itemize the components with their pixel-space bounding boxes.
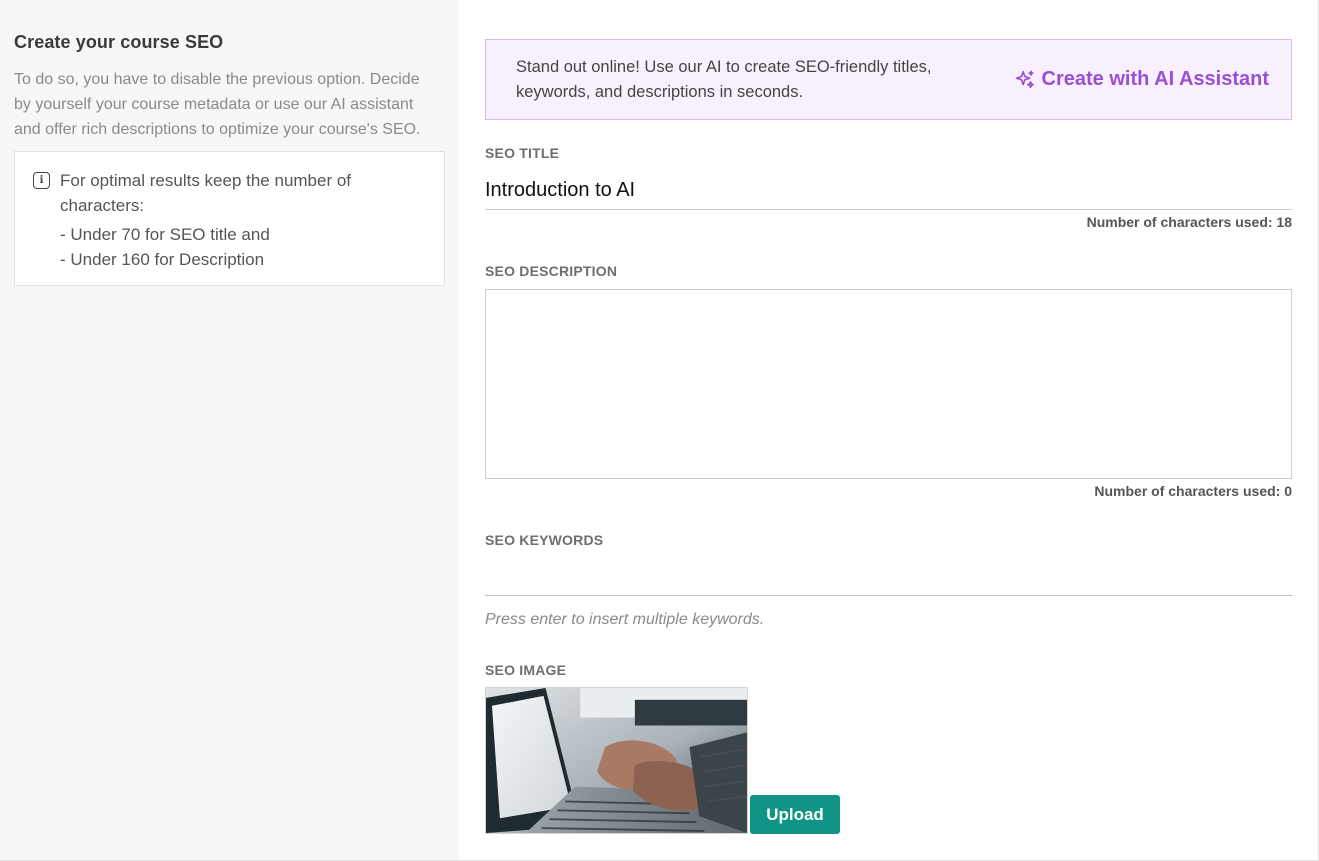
- ai-assistant-banner: Stand out online! Use our AI to create S…: [485, 39, 1292, 120]
- seo-keywords-input[interactable]: [485, 558, 1292, 596]
- seo-image-preview: [485, 687, 748, 834]
- upload-button[interactable]: Upload: [750, 795, 840, 834]
- seo-title-counter: Number of characters used: 18: [1086, 214, 1292, 230]
- seo-description-counter: Number of characters used: 0: [1094, 483, 1292, 499]
- tip-line: For optimal results keep the number of: [60, 171, 352, 190]
- seo-keywords-hint: Press enter to insert multiple keywords.: [485, 611, 765, 628]
- section-title: Create your course SEO: [14, 32, 224, 52]
- seo-help-panel: Create your course SEO To do so, you hav…: [0, 0, 459, 860]
- seo-description-label: SEO DESCRIPTION: [485, 263, 618, 279]
- ai-banner-message: Stand out online! Use our AI to create S…: [516, 57, 932, 101]
- seo-description-input[interactable]: [485, 289, 1292, 479]
- seo-image-row: Upload: [485, 687, 1292, 834]
- seo-keywords-label: SEO KEYWORDS: [485, 532, 604, 548]
- info-icon: i: [33, 172, 50, 189]
- create-with-ai-button[interactable]: Create with AI Assistant: [1014, 68, 1269, 91]
- section-description: To do so, you have to disable the previo…: [14, 71, 421, 138]
- character-tip-text: For optimal results keep the number of c…: [60, 168, 351, 272]
- seo-form: Stand out online! Use our AI to create S…: [459, 0, 1318, 860]
- seo-title-input[interactable]: [485, 175, 1292, 210]
- tip-line: - Under 160 for Description: [60, 250, 265, 269]
- seo-title-label: SEO TITLE: [485, 145, 560, 161]
- tip-line: characters:: [60, 196, 145, 215]
- seo-settings-page: Create your course SEO To do so, you hav…: [0, 0, 1319, 861]
- ai-button-label: Create with AI Assistant: [1041, 68, 1269, 90]
- seo-image-label: SEO IMAGE: [485, 662, 567, 678]
- sparkle-icon: [1015, 69, 1034, 88]
- tip-line: - Under 70 for SEO title and: [60, 225, 270, 244]
- character-tip-box: i For optimal results keep the number of…: [14, 151, 445, 286]
